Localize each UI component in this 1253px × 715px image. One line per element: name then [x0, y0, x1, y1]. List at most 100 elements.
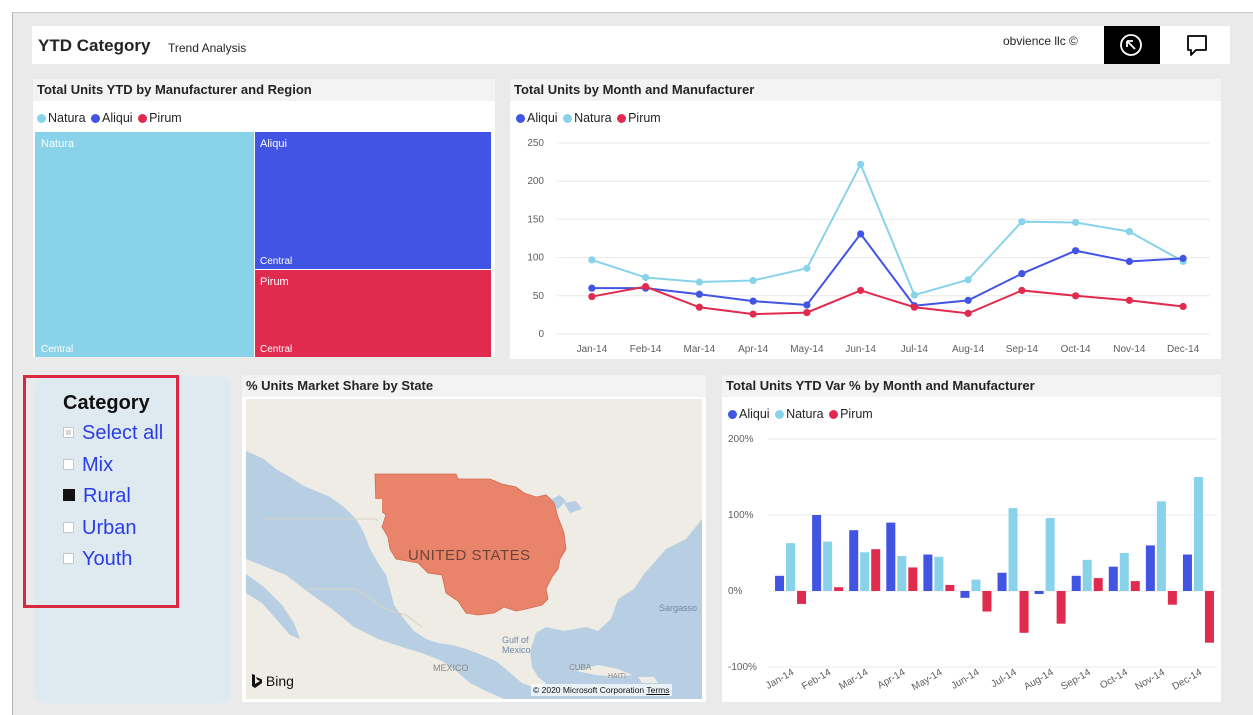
legend-label-pirum[interactable]: Pirum	[628, 111, 661, 125]
data-point-pirum[interactable]	[749, 310, 757, 318]
data-point-pirum[interactable]	[695, 303, 703, 311]
comment-button[interactable]	[1169, 26, 1225, 64]
bar-aliqui[interactable]	[960, 591, 970, 598]
treemap-tile-pirum[interactable]: Pirum Central	[255, 270, 491, 357]
data-point-aliqui[interactable]	[588, 284, 596, 292]
x-tick-label: Sep-14	[1059, 667, 1093, 693]
bar-aliqui[interactable]	[775, 575, 785, 591]
data-point-aliqui[interactable]	[1179, 254, 1187, 262]
map-label-mexico: MEXICO	[433, 663, 469, 673]
bar-chart-plot[interactable]: 200% 100% 0% -100% Jan-14 Feb-14 Mar-14 Apr-14 M…	[722, 422, 1221, 702]
bar-natura[interactable]	[860, 552, 870, 591]
bar-natura[interactable]	[897, 556, 907, 591]
data-point-aliqui[interactable]	[749, 297, 757, 305]
data-point-natura[interactable]	[1018, 218, 1026, 226]
bar-aliqui[interactable]	[886, 522, 896, 591]
bar-pirum[interactable]	[797, 591, 807, 604]
bar-aliqui[interactable]	[849, 530, 859, 591]
legend-label-aliqui[interactable]: Aliqui	[739, 407, 770, 421]
bar-pirum[interactable]	[1130, 581, 1140, 591]
series-line-natura[interactable]	[591, 162, 1184, 297]
legend-label-aliqui[interactable]: Aliqui	[527, 111, 558, 125]
bar-pirum[interactable]	[871, 549, 881, 591]
data-point-aliqui[interactable]	[964, 296, 972, 304]
line-chart-plot[interactable]: 0 50 100 150 200 250 Jan-14 Feb-14 Mar-14 Apr-14 M…	[510, 127, 1221, 357]
data-point-natura[interactable]	[695, 278, 703, 286]
bar-natura[interactable]	[971, 579, 981, 591]
bar-pirum[interactable]	[1093, 578, 1103, 591]
bar-aliqui[interactable]	[923, 554, 933, 591]
series-line-pirum[interactable]	[591, 285, 1184, 316]
legend-label-natura[interactable]: Natura	[574, 111, 612, 125]
data-point-natura[interactable]	[910, 291, 918, 299]
data-point-natura[interactable]	[964, 276, 972, 284]
bar-natura[interactable]	[1193, 477, 1203, 591]
data-point-natura[interactable]	[588, 256, 596, 264]
y-tick-label: 100	[527, 253, 544, 264]
bar-aliqui[interactable]	[1145, 545, 1155, 591]
bar-natura[interactable]	[1082, 559, 1092, 591]
bar-natura[interactable]	[786, 543, 796, 591]
bar-aliqui[interactable]	[812, 515, 822, 591]
series-line-aliqui[interactable]	[591, 232, 1184, 307]
bar-natura[interactable]	[823, 541, 833, 591]
data-point-natura[interactable]	[857, 160, 865, 168]
legend-label-aliqui[interactable]: Aliqui	[102, 111, 133, 125]
data-point-aliqui[interactable]	[803, 301, 811, 309]
arrow-circle-icon	[1120, 34, 1142, 56]
data-point-pirum[interactable]	[588, 292, 596, 301]
bar-pirum[interactable]	[945, 584, 955, 591]
data-point-natura[interactable]	[1072, 218, 1080, 227]
data-point-pirum[interactable]	[803, 309, 811, 317]
bar-pirum[interactable]	[1019, 591, 1029, 633]
bar-pirum[interactable]	[982, 591, 992, 612]
bar-pirum[interactable]	[1056, 591, 1066, 624]
bar-aliqui[interactable]	[1182, 554, 1192, 591]
bar-natura[interactable]	[1156, 501, 1166, 591]
data-point-pirum[interactable]	[1179, 302, 1187, 311]
bar-aliqui[interactable]	[1071, 575, 1081, 591]
data-point-aliqui[interactable]	[1072, 247, 1080, 255]
line-chart-visual[interactable]: Total Units by Month and Manufacturer Al…	[510, 79, 1221, 359]
data-point-pirum[interactable]	[1125, 296, 1133, 304]
bar-natura[interactable]	[1119, 553, 1129, 591]
data-point-aliqui[interactable]	[1125, 257, 1133, 266]
data-point-aliqui[interactable]	[695, 290, 703, 298]
bar-chart-visual[interactable]: Total Units YTD Var % by Month and Manuf…	[722, 375, 1221, 702]
terms-link[interactable]: Terms	[646, 685, 669, 695]
treemap-visual[interactable]: Total Units YTD by Manufacturer and Regi…	[33, 79, 495, 357]
bar-natura[interactable]	[1045, 518, 1055, 591]
bar-aliqui[interactable]	[1108, 566, 1118, 591]
data-point-natura[interactable]	[642, 273, 650, 282]
bar-pirum[interactable]	[1167, 591, 1177, 605]
map-visual[interactable]: % Units Market Share by State UNITED STA…	[242, 375, 706, 702]
legend-label-pirum[interactable]: Pirum	[149, 111, 182, 125]
map-label-gulf: Gulf of Mexico	[502, 635, 531, 655]
x-tick-label: Dec-14	[1167, 344, 1200, 355]
legend-label-pirum[interactable]: Pirum	[840, 407, 873, 421]
bar-pirum[interactable]	[908, 567, 918, 591]
treemap-tile-aliqui[interactable]: Aliqui Central	[255, 132, 491, 269]
bar-pirum[interactable]	[1204, 591, 1214, 643]
data-point-pirum[interactable]	[910, 303, 918, 311]
legend-label-natura[interactable]: Natura	[786, 407, 824, 421]
map-label-sargasso: Sargasso	[659, 603, 698, 613]
data-point-pirum[interactable]	[642, 283, 650, 291]
bar-aliqui[interactable]	[1034, 591, 1044, 595]
bar-aliqui[interactable]	[997, 572, 1007, 591]
legend-label-natura[interactable]: Natura	[48, 111, 86, 125]
data-point-pirum[interactable]	[857, 286, 865, 295]
data-point-natura[interactable]	[749, 276, 757, 285]
back-button[interactable]	[1104, 26, 1160, 64]
data-point-pirum[interactable]	[1018, 286, 1026, 295]
data-point-aliqui[interactable]	[857, 230, 865, 238]
data-point-pirum[interactable]	[1072, 292, 1080, 300]
bar-natura[interactable]	[1008, 508, 1018, 591]
treemap-tile-natura[interactable]: Natura Central	[35, 132, 254, 357]
data-point-pirum[interactable]	[964, 309, 972, 317]
bar-natura[interactable]	[934, 556, 944, 591]
data-point-aliqui[interactable]	[1018, 270, 1026, 278]
data-point-natura[interactable]	[1125, 228, 1133, 236]
data-point-natura[interactable]	[803, 264, 811, 272]
bar-pirum[interactable]	[834, 587, 844, 591]
